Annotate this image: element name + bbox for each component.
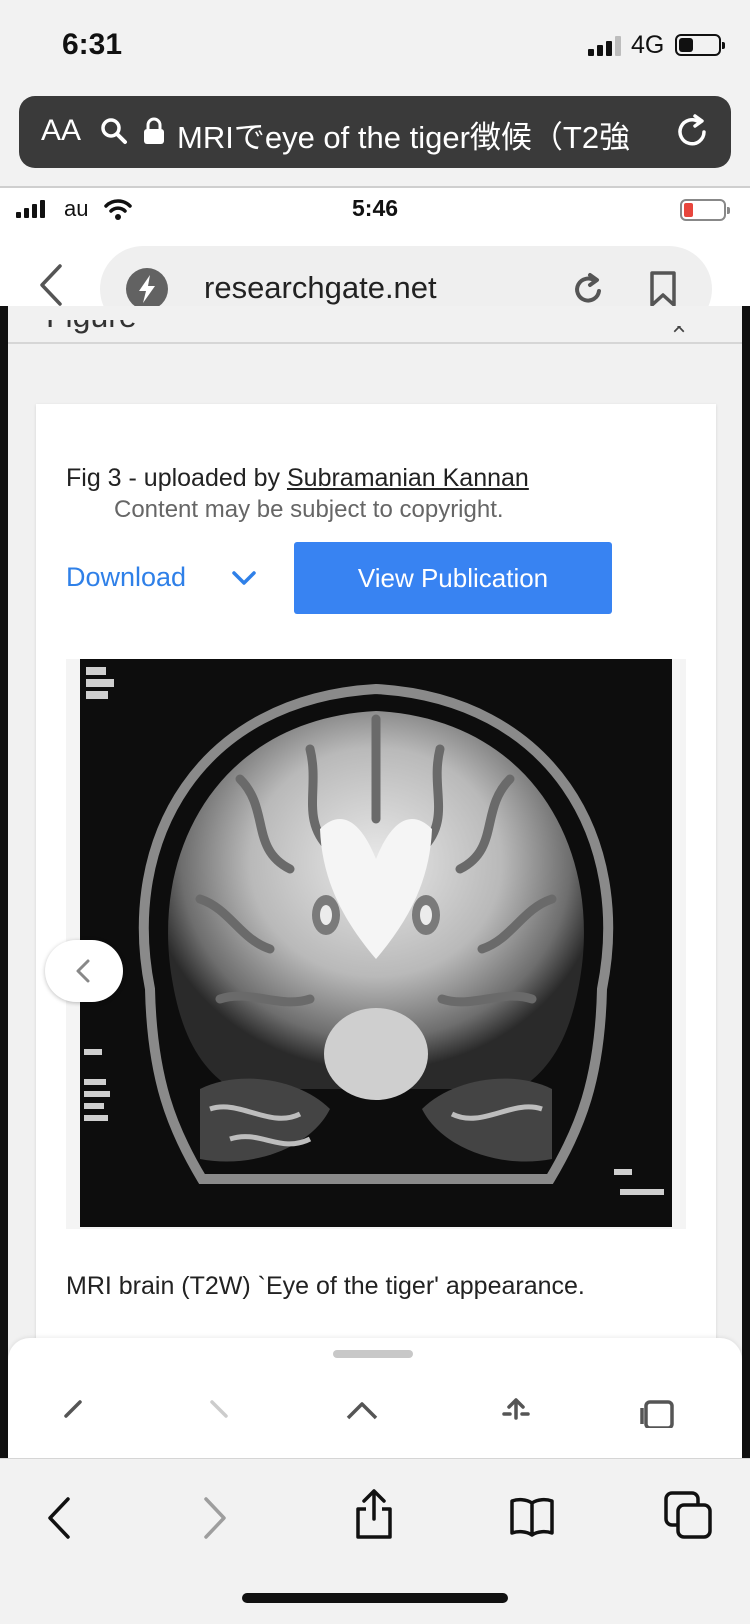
refresh-icon[interactable] <box>570 270 606 308</box>
upload-prefix: Fig 3 - uploaded by <box>66 464 287 492</box>
share-icon[interactable] <box>498 1398 534 1428</box>
divider <box>8 342 742 344</box>
inner-clock: 5:46 <box>352 195 399 221</box>
inner-toolbar-sheet <box>8 1338 742 1458</box>
inner-status-bar: au 5:46 <box>0 188 750 232</box>
page-content: Figure × Fig 3 - uploaded by Subramanian… <box>8 306 742 1458</box>
chevron-left-icon[interactable] <box>36 262 66 308</box>
chevron-left-icon <box>76 959 90 983</box>
lightning-icon <box>126 268 168 310</box>
upload-info: Fig 3 - uploaded by Subramanian Kannan <box>66 464 529 493</box>
domain-label: researchgate.net <box>204 270 437 305</box>
figure-caption: MRI brain (T2W) `Eye of the tiger' appea… <box>66 1272 585 1300</box>
page-title-url[interactable]: MRIでeye of the tiger徴候（T2強 <box>177 112 647 157</box>
view-publication-button[interactable]: View Publication <box>294 542 612 614</box>
page-viewport: Figure × Fig 3 - uploaded by Subramanian… <box>0 306 750 1458</box>
cellular-signal-icon <box>16 200 45 218</box>
outer-clock: 6:31 <box>62 28 123 61</box>
search-icon <box>101 118 127 144</box>
tabs-icon[interactable] <box>638 1398 678 1428</box>
chevron-down-icon[interactable] <box>230 568 258 588</box>
back-icon[interactable] <box>44 1495 74 1541</box>
network-type: 4G <box>631 31 665 59</box>
sheet-handle[interactable] <box>333 1350 413 1358</box>
cellular-signal-icon <box>588 36 621 56</box>
battery-icon <box>675 34 725 56</box>
forward-icon[interactable] <box>200 1495 230 1541</box>
bottom-toolbar <box>0 1458 750 1624</box>
address-bar[interactable]: AA MRIでeye of the tiger徴候（T2強 <box>19 96 731 168</box>
bookmark-icon[interactable] <box>648 270 678 308</box>
section-heading: Figure <box>46 320 137 344</box>
text-size-button[interactable]: AA <box>41 114 81 148</box>
embedded-screenshot: au 5:46 researchgate.net × Fig 3 - uploa… <box>0 188 750 1458</box>
share-icon[interactable] <box>352 1487 396 1541</box>
reload-icon[interactable] <box>674 112 710 150</box>
home-icon[interactable] <box>344 1398 380 1428</box>
outer-status-bar: 6:31 4G <box>0 0 750 90</box>
back-icon[interactable] <box>58 1398 88 1428</box>
copyright-note: Content may be subject to copyright. <box>114 496 504 523</box>
mri-brain-image[interactable] <box>80 659 672 1227</box>
battery-low-icon <box>680 199 730 221</box>
uploader-link[interactable]: Subramanian Kannan <box>287 464 529 492</box>
home-indicator[interactable] <box>242 1593 508 1603</box>
figure-image-frame <box>66 659 686 1229</box>
carrier-name: au <box>64 196 89 221</box>
book-icon[interactable] <box>508 1495 556 1537</box>
tabs-icon[interactable] <box>664 1491 714 1541</box>
forward-icon[interactable] <box>204 1398 234 1428</box>
download-button[interactable]: Download <box>66 562 186 593</box>
lock-icon <box>144 117 164 144</box>
carousel-prev-button[interactable] <box>45 940 123 1002</box>
wifi-icon <box>104 199 132 220</box>
figure-card: Fig 3 - uploaded by Subramanian Kannan C… <box>36 404 716 1458</box>
